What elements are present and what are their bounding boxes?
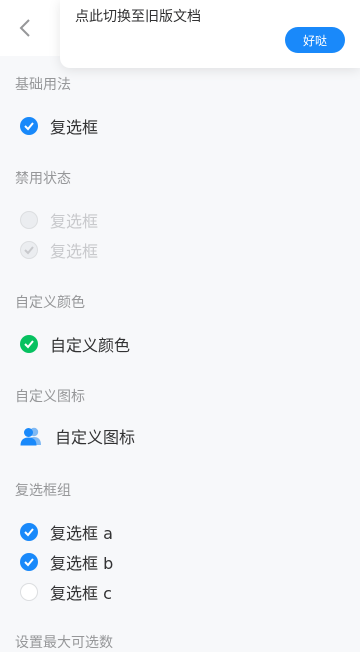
checkbox-disabled-unchecked: 复选框 [20, 208, 98, 232]
checkbox-custom-icon[interactable]: 自定义图标 [19, 424, 135, 448]
checkbox-basic[interactable]: 复选框 [20, 114, 98, 138]
check-icon [20, 335, 38, 353]
checkbox-label: 复选框 b [50, 554, 114, 573]
section-title-custom-color: 自定义颜色 [15, 295, 85, 311]
checkbox-label: 复选框 c [50, 584, 112, 603]
toast-message: 点此切换至旧版文档 [75, 9, 201, 25]
checkbox-custom-color[interactable]: 自定义颜色 [20, 332, 130, 356]
section-title-max: 设置最大可选数 [15, 635, 113, 651]
version-switch-toast: 点此切换至旧版文档 好哒 [60, 0, 360, 68]
section-title-disabled: 禁用状态 [15, 171, 71, 187]
user-group-icon [20, 427, 41, 446]
chevron-left-icon [19, 19, 30, 37]
section-title-basic: 基础用法 [15, 77, 71, 93]
check-icon [20, 117, 38, 135]
checkbox-label: 复选框 [50, 242, 99, 261]
checkbox-group-b[interactable]: 复选框 b [20, 550, 113, 574]
checkbox-disabled-checked: 复选框 [20, 238, 98, 262]
checkbox-group-a[interactable]: 复选框 a [20, 520, 113, 544]
checkbox-label: 复选框 [50, 118, 99, 137]
back-button[interactable] [12, 14, 40, 42]
checkbox-label: 复选框 [50, 212, 99, 231]
circle-icon [20, 211, 38, 229]
toast-ok-button[interactable]: 好哒 [285, 27, 345, 53]
section-title-group: 复选框组 [15, 483, 71, 499]
check-icon [20, 523, 38, 541]
checkbox-group-c[interactable]: 复选框 c [20, 580, 112, 604]
check-icon [20, 241, 38, 259]
checkbox-label: 复选框 a [50, 524, 113, 543]
checkbox-label: 自定义颜色 [50, 336, 131, 355]
check-icon [20, 553, 38, 571]
section-title-custom-icon: 自定义图标 [15, 389, 85, 405]
checkbox-label: 自定义图标 [55, 428, 136, 447]
circle-icon [20, 583, 38, 601]
